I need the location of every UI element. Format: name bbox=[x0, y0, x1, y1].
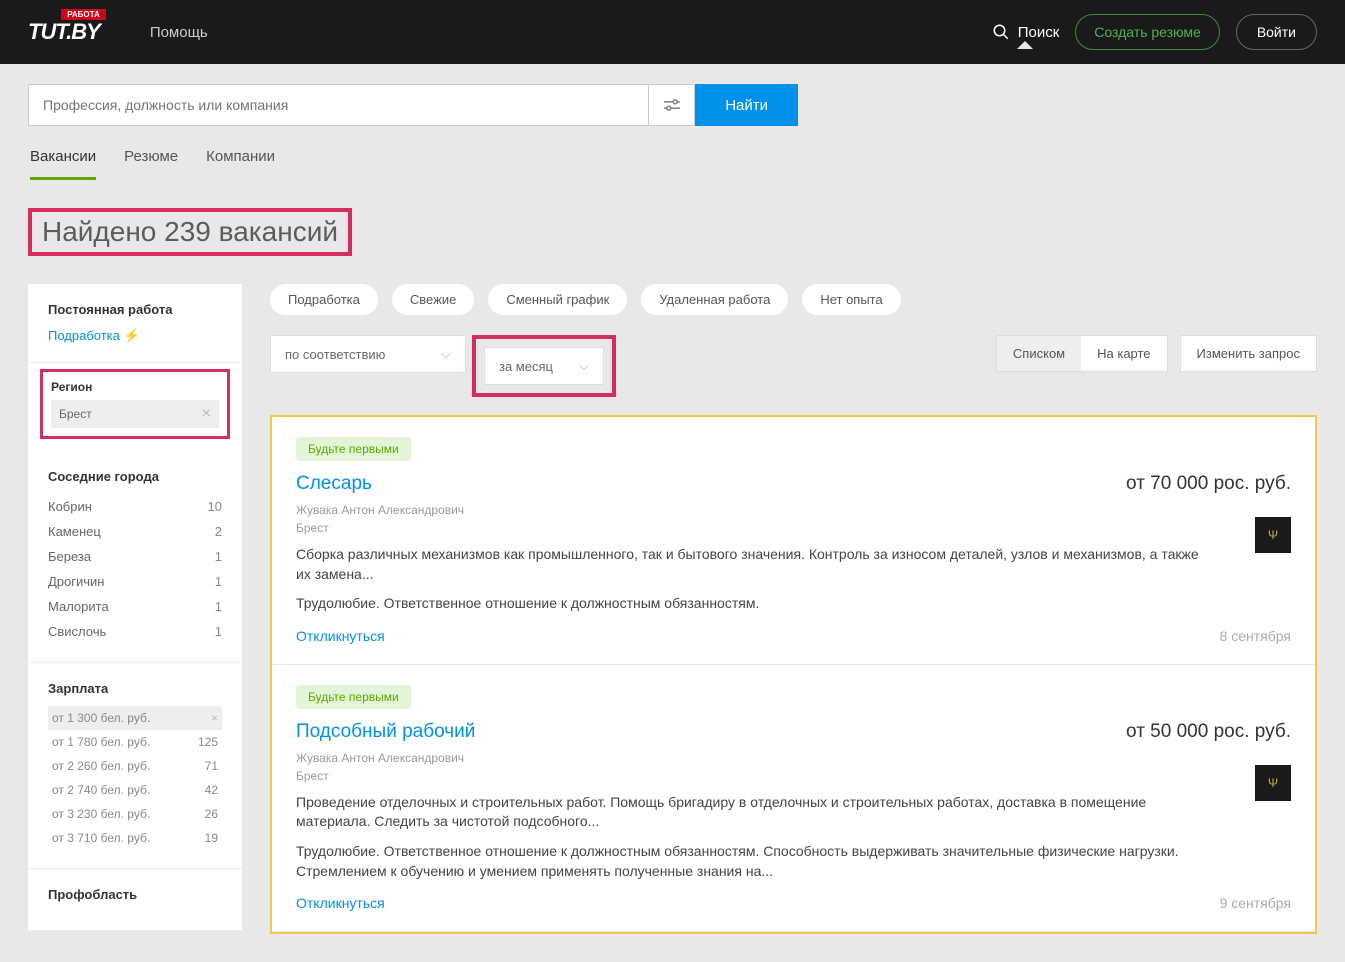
header-search-label: Поиск bbox=[1018, 24, 1060, 41]
salary-filter-item[interactable]: от 3 710 бел. руб.19 bbox=[48, 826, 222, 850]
search-section: Найти Вакансии Резюме Компании bbox=[0, 64, 1345, 180]
vacancy-salary: от 50 000 рос. руб. bbox=[1126, 721, 1291, 743]
create-resume-button[interactable]: Создать резюме bbox=[1075, 14, 1220, 50]
region-value: Брест bbox=[59, 407, 92, 421]
logo-badge: РАБОТА bbox=[61, 9, 106, 20]
sort-value: по соответствию bbox=[285, 347, 385, 362]
filter-chip[interactable]: Свежие bbox=[392, 284, 474, 315]
content: Подработка Свежие Сменный график Удаленная … bbox=[270, 284, 1317, 934]
salary-remove-icon[interactable]: × bbox=[211, 711, 218, 725]
top-header: РАБОТА TUT.BY Помощь Поиск Создать резюм… bbox=[0, 0, 1345, 64]
tab-vacancies[interactable]: Вакансии bbox=[30, 148, 96, 180]
advanced-filter-button[interactable] bbox=[649, 84, 695, 126]
first-badge: Будьте первыми bbox=[296, 685, 411, 709]
neighbors-title: Соседние города bbox=[48, 469, 222, 484]
header-search-link[interactable]: Поиск bbox=[992, 23, 1060, 41]
view-toggle: Списком На карте bbox=[996, 335, 1168, 372]
vacancy-city: Брест bbox=[296, 769, 1291, 783]
logo[interactable]: РАБОТА TUT.BY bbox=[28, 19, 100, 45]
search-input[interactable] bbox=[28, 84, 649, 126]
login-button[interactable]: Войти bbox=[1236, 14, 1317, 50]
vacancy-requirements: Трудолюбие. Ответственное отношение к до… bbox=[296, 594, 1206, 614]
help-link[interactable]: Помощь bbox=[150, 24, 208, 41]
vacancy-description: Сборка различных механизмов как промышле… bbox=[296, 545, 1206, 584]
page-title: Найдено 239 вакансий bbox=[28, 208, 352, 256]
sort-dropdown[interactable]: по соответствию ⌵ bbox=[270, 335, 466, 373]
vacancy-card: Будьте первыми Слесарь от 70 000 рос. руб.… bbox=[272, 417, 1315, 665]
chevron-down-icon: ⌵ bbox=[441, 346, 451, 362]
neighbor-city-item[interactable]: Дрогичин1 bbox=[48, 569, 222, 594]
company-logo[interactable]: Ψ bbox=[1255, 517, 1291, 553]
parttime-link[interactable]: Подработка ⚡ bbox=[48, 328, 140, 344]
sidebar: Постоянная работа Подработка ⚡ Регион Бр… bbox=[28, 284, 242, 931]
region-filter: Регион Брест × bbox=[40, 369, 230, 439]
sliders-icon bbox=[662, 97, 682, 113]
company-logo[interactable]: Ψ bbox=[1255, 765, 1291, 801]
neighbor-city-item[interactable]: Каменец2 bbox=[48, 519, 222, 544]
salary-title: Зарплата bbox=[48, 681, 222, 696]
vacancy-description: Проведение отделочных и строительных раб… bbox=[296, 793, 1206, 832]
search-icon bbox=[992, 23, 1010, 41]
vacancy-date: 8 сентября bbox=[1220, 628, 1291, 644]
vacancy-card: Будьте первыми Подсобный рабочий от 50 000… bbox=[272, 665, 1315, 932]
neighbor-city-item[interactable]: Свислочь1 bbox=[48, 619, 222, 644]
tabs: Вакансии Резюме Компании bbox=[28, 148, 1317, 180]
vacancy-company: Жувака Антон Александрович bbox=[296, 751, 1291, 765]
vacancy-salary: от 70 000 рос. руб. bbox=[1126, 473, 1291, 495]
region-remove-icon[interactable]: × bbox=[202, 405, 211, 423]
apply-link[interactable]: Откликнуться bbox=[296, 628, 385, 644]
filter-chip[interactable]: Подработка bbox=[270, 284, 378, 315]
search-button[interactable]: Найти bbox=[695, 84, 798, 126]
chevron-down-icon: ⌵ bbox=[579, 358, 589, 374]
active-indicator bbox=[1017, 41, 1033, 49]
salary-filter-item[interactable]: от 1 780 бел. руб.125 bbox=[48, 730, 222, 754]
salary-filter-item[interactable]: от 3 230 бел. руб.26 bbox=[48, 802, 222, 826]
neighbor-city-item[interactable]: Кобрин10 bbox=[48, 494, 222, 519]
permanent-work-label: Постоянная работа bbox=[48, 302, 222, 317]
logo-text: TUT.BY bbox=[28, 19, 100, 44]
filter-chip[interactable]: Удаленная работа bbox=[641, 284, 788, 315]
view-list-button[interactable]: Списком bbox=[997, 336, 1081, 371]
vacancy-city: Брест bbox=[296, 521, 1291, 535]
tab-resumes[interactable]: Резюме bbox=[124, 148, 178, 180]
profarea-title: Профобласть bbox=[48, 887, 222, 902]
first-badge: Будьте первыми bbox=[296, 437, 411, 461]
filter-chip[interactable]: Сменный график bbox=[488, 284, 627, 315]
salary-filter-item[interactable]: от 2 260 бел. руб.71 bbox=[48, 754, 222, 778]
period-value: за месяц bbox=[499, 359, 553, 374]
region-label: Регион bbox=[51, 380, 219, 394]
vacancy-date: 9 сентября bbox=[1220, 895, 1291, 911]
vacancy-company: Жувака Антон Александрович bbox=[296, 503, 1291, 517]
vacancy-title-link[interactable]: Подсобный рабочий bbox=[296, 721, 475, 743]
modify-query-button[interactable]: Изменить запрос bbox=[1180, 335, 1317, 372]
salary-filter-item[interactable]: от 1 300 бел. руб.× bbox=[48, 706, 222, 730]
salary-filter-item[interactable]: от 2 740 бел. руб.42 bbox=[48, 778, 222, 802]
tab-companies[interactable]: Компании bbox=[206, 148, 275, 180]
apply-link[interactable]: Откликнуться bbox=[296, 895, 385, 911]
region-chip: Брест × bbox=[51, 400, 219, 428]
vacancy-requirements: Трудолюбие. Ответственное отношение к до… bbox=[296, 842, 1206, 881]
vacancy-title-link[interactable]: Слесарь bbox=[296, 473, 372, 495]
neighbor-city-item[interactable]: Малорита1 bbox=[48, 594, 222, 619]
neighbor-city-item[interactable]: Береза1 bbox=[48, 544, 222, 569]
lightning-icon: ⚡ bbox=[124, 328, 140, 344]
filter-chip[interactable]: Нет опыта bbox=[802, 284, 900, 315]
period-dropdown[interactable]: за месяц ⌵ bbox=[484, 347, 604, 385]
view-map-button[interactable]: На карте bbox=[1081, 336, 1166, 371]
